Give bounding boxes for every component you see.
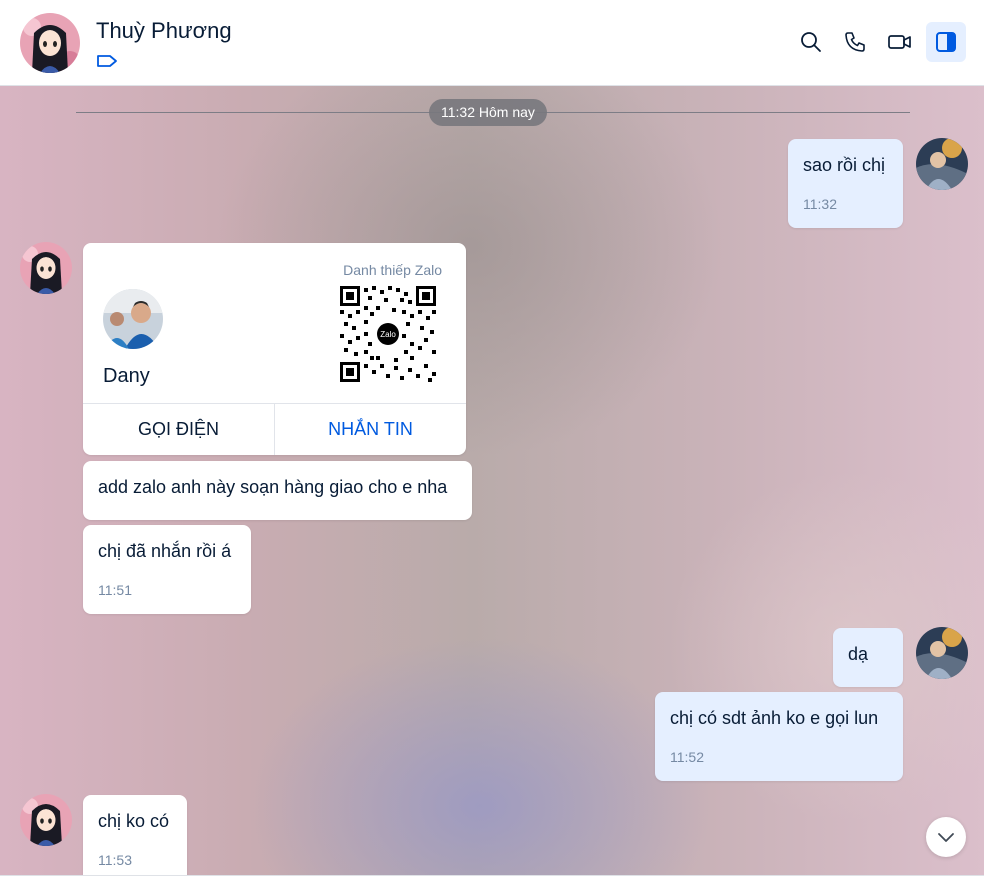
toggle-panel-button[interactable] (926, 22, 966, 62)
qr-zalo-badge: Zalo (380, 330, 396, 339)
message-bubble-sent[interactable]: dạ (833, 628, 903, 687)
contact-avatar-small[interactable] (20, 242, 72, 294)
card-contact-avatar[interactable] (103, 289, 163, 349)
qr-code: Zalo (340, 286, 436, 382)
card-contact-name: Dany (103, 365, 150, 387)
panel-icon (936, 32, 956, 52)
card-message-button[interactable]: NHẮN TIN (275, 404, 466, 455)
message-text: add zalo anh này soạn hàng giao cho e nh… (98, 477, 448, 497)
voice-call-button[interactable] (836, 23, 874, 61)
message-text: dạ (848, 644, 869, 664)
message-bubble-sent[interactable]: chị có sdt ảnh ko e gọi lun 11:52 (655, 692, 903, 781)
video-call-button[interactable] (881, 23, 919, 61)
contact-avatar[interactable] (20, 13, 80, 73)
my-avatar[interactable] (916, 138, 968, 190)
video-icon (888, 35, 911, 49)
chat-area[interactable]: 11:32 Hôm nay sao rồi chị 11:32 Danh thi… (0, 86, 984, 889)
date-divider-label: 11:32 Hôm nay (429, 99, 547, 126)
contact-card[interactable]: Danh thiếp Zalo Dany Zalo GỌI ĐIỆN NHẮN … (83, 243, 466, 455)
contact-avatar-small[interactable] (20, 794, 72, 846)
message-bubble-received[interactable]: add zalo anh này soạn hàng giao cho e nh… (83, 461, 472, 520)
card-actions: GỌI ĐIỆN NHẮN TIN (83, 403, 466, 455)
card-type-label: Danh thiếp Zalo (343, 262, 442, 278)
message-text: sao rồi chị (803, 155, 886, 175)
composer-edge (0, 875, 984, 889)
tag-icon[interactable] (96, 53, 118, 69)
message-bubble-received[interactable]: chị ko có 11:53 (83, 795, 187, 884)
message-time: 11:53 (98, 852, 132, 868)
message-text: chị ko có (98, 811, 170, 831)
chat-header: Thuỳ Phương (0, 0, 984, 86)
message-time: 11:32 (803, 196, 837, 212)
message-time: 11:51 (98, 582, 132, 598)
search-icon (801, 32, 821, 52)
message-text: chị đã nhắn rồi á (98, 541, 232, 561)
message-bubble-received[interactable]: chị đã nhắn rồi á 11:51 (83, 525, 251, 614)
message-text: chị có sdt ảnh ko e gọi lun (670, 708, 879, 728)
contact-name[interactable]: Thuỳ Phương (96, 18, 232, 44)
search-button[interactable] (792, 23, 830, 61)
message-bubble-sent[interactable]: sao rồi chị 11:32 (788, 139, 903, 228)
scroll-to-bottom-button[interactable] (926, 817, 966, 857)
message-time: 11:52 (670, 749, 704, 765)
my-avatar[interactable] (916, 627, 968, 679)
phone-icon (845, 32, 865, 52)
card-call-button[interactable]: GỌI ĐIỆN (83, 404, 275, 455)
chevron-down-icon (938, 833, 954, 842)
